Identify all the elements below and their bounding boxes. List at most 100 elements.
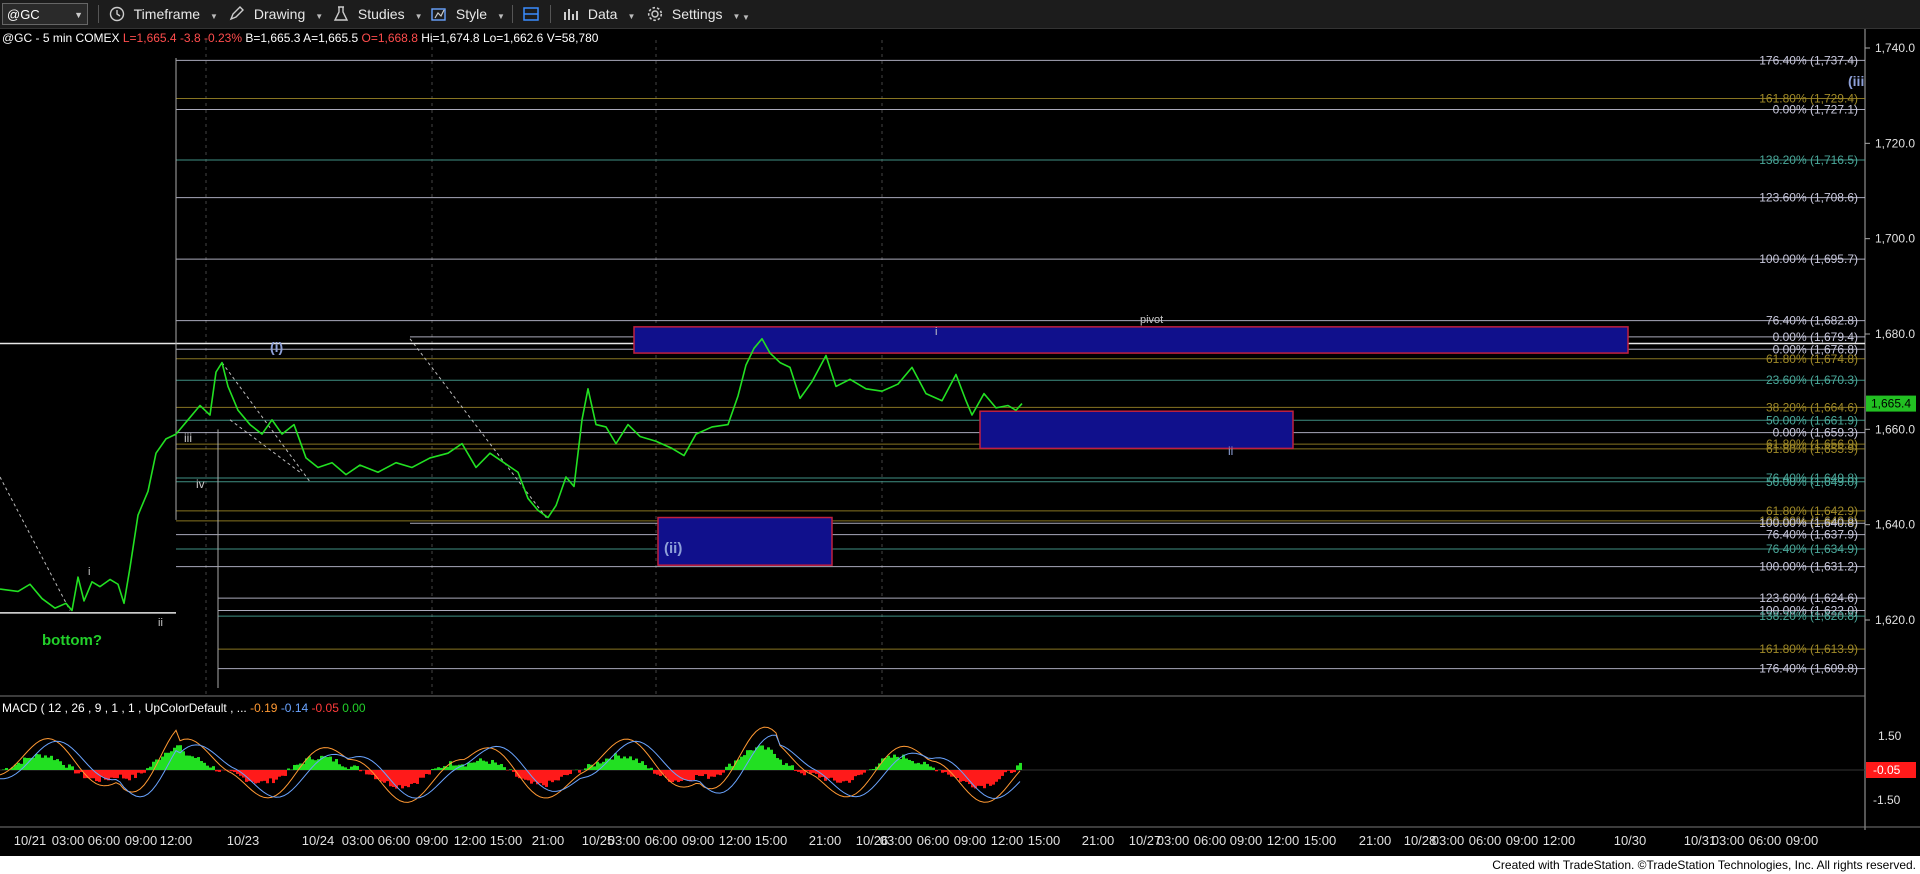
data-button[interactable]: Data ▼	[562, 4, 635, 24]
macd-histogram-bar	[812, 770, 815, 773]
macd-histogram-bar	[890, 757, 893, 770]
macd-histogram-bar	[998, 770, 1001, 780]
macd-histogram-bar	[23, 757, 26, 770]
studies-button[interactable]: Studies ▼	[332, 4, 423, 24]
macd-histogram-bar	[254, 770, 257, 784]
price-change-pct: -0.23%	[203, 31, 242, 45]
macd-histogram-bar	[113, 770, 116, 779]
time-tick-label: 12:00	[160, 833, 193, 848]
macd-histogram-bar	[353, 765, 356, 770]
macd-histogram-bar	[524, 770, 527, 780]
macd-histogram-bar	[179, 745, 182, 770]
macd-histogram-bar	[272, 770, 275, 784]
macd-histogram-bar	[626, 758, 629, 770]
macd-histogram-bar	[422, 770, 425, 778]
macd-histogram-bar	[140, 770, 143, 774]
time-tick-label: 06:00	[88, 833, 121, 848]
price-tick-label: 1,660.0	[1875, 422, 1915, 436]
macd-histogram-bar	[437, 767, 440, 770]
macd-histogram-bar	[275, 770, 278, 780]
ii-target-zone[interactable]	[979, 410, 1294, 450]
macd-histogram-bar	[641, 761, 644, 770]
wave-label: pivot	[1140, 314, 1163, 326]
pivot-zone[interactable]	[633, 326, 1629, 354]
macd-histogram-bar	[995, 770, 998, 782]
macd-axis-top: 1.50	[1878, 729, 1902, 743]
macd-histogram-bar	[281, 770, 284, 776]
wave-label: ii	[158, 617, 163, 629]
macd-histogram-bar	[914, 763, 917, 770]
open-price: O=1,668.8	[361, 31, 418, 45]
time-tick-label: 09:00	[416, 833, 449, 848]
macd-histogram-bar	[200, 761, 203, 770]
macd-histogram-bar	[32, 757, 35, 770]
macd-histogram-bar	[2, 769, 5, 770]
settings-button[interactable]: Settings ▼	[646, 4, 740, 24]
macd-histogram-bar	[833, 770, 836, 781]
macd-histogram-bar	[401, 770, 404, 789]
macd-histogram-bar	[686, 770, 689, 781]
macd-value-3: -0.05	[311, 701, 339, 715]
fib-label: 176.40% (1,737.4)	[1759, 53, 1858, 67]
macd-histogram-bar	[512, 770, 515, 772]
macd-histogram-bar	[212, 766, 215, 770]
wave-label: (iii	[1848, 73, 1864, 89]
macd-histogram-bar	[935, 770, 938, 772]
macd-histogram-bar	[77, 770, 80, 774]
time-tick-label: 09:00	[1230, 833, 1263, 848]
macd-histogram-bar	[956, 770, 959, 779]
time-tick-label: 09:00	[1786, 833, 1819, 848]
macd-histogram-bar	[5, 767, 8, 770]
time-tick-label: 21:00	[1082, 833, 1115, 848]
macd-histogram-bar	[557, 770, 560, 781]
macd-label[interactable]: MACD ( 12 , 26 , 9 , 1 , 1 , UpColorDefa…	[2, 701, 366, 715]
macd-value-1: -0.19	[250, 701, 278, 715]
macd-histogram-bar	[293, 764, 296, 770]
price-tick-label: 1,640.0	[1875, 518, 1915, 532]
chart-area[interactable]: 176.40% (1,737.4)161.80% (1,729.4)0.00% …	[0, 0, 1920, 874]
wave-label: bottom?	[42, 632, 102, 649]
time-tick-label: 09:00	[682, 833, 715, 848]
macd-value-4: 0.00	[342, 701, 366, 715]
macd-histogram-bar	[35, 754, 38, 770]
chevron-down-icon[interactable]: ▼	[74, 4, 83, 26]
macd-histogram-bar	[1013, 770, 1016, 773]
toolbar: @GC ▼ Timeframe ▼ Drawing ▼ Studies ▼ Style…	[0, 0, 1920, 29]
wave-label: (i)	[270, 339, 283, 355]
ii-wave-zone[interactable]	[657, 516, 833, 566]
more-chevron-icon[interactable]: ▼	[742, 8, 750, 28]
last-price: L=1,665.4	[122, 31, 177, 45]
macd-histogram-bar	[656, 770, 659, 775]
macd-histogram-bar	[710, 770, 713, 777]
macd-histogram-bar	[329, 756, 332, 770]
timeframe-button[interactable]: Timeframe ▼	[108, 4, 218, 24]
wave-label: ii	[1228, 444, 1233, 458]
macd-histogram-bar	[551, 770, 554, 783]
macd-histogram-bar	[398, 770, 401, 786]
macd-histogram-bar	[143, 770, 146, 773]
macd-histogram-bar	[1004, 770, 1007, 773]
drawing-button[interactable]: Drawing ▼	[228, 4, 323, 24]
macd-histogram-bar	[1010, 770, 1013, 774]
macd-histogram-bar	[899, 759, 902, 770]
style-button[interactable]: Style ▼	[430, 4, 505, 24]
macd-histogram-bar	[89, 770, 92, 779]
macd-histogram-bar	[596, 761, 599, 770]
symbol-input[interactable]: @GC ▼	[2, 3, 88, 25]
high-price: Hi=1,674.8	[421, 31, 480, 45]
time-tick-label: 06:00	[1749, 833, 1782, 848]
macd-histogram-bar	[644, 765, 647, 770]
layout-button[interactable]	[522, 4, 544, 24]
macd-histogram-bar	[785, 763, 788, 770]
fib-label: 176.40% (1,609.8)	[1759, 662, 1858, 676]
wave-label: i	[88, 566, 90, 578]
macd-histogram-bar	[764, 749, 767, 770]
macd-histogram-bar	[413, 770, 416, 784]
bid-price: B=1,665.3	[245, 31, 301, 45]
macd-histogram-bar	[746, 750, 749, 770]
price-tick-label: 1,720.0	[1875, 136, 1915, 150]
macd-histogram-bar	[767, 747, 770, 770]
macd-histogram-bar	[119, 770, 122, 775]
macd-histogram-bar	[566, 770, 569, 776]
macd-histogram-bar	[509, 769, 512, 770]
